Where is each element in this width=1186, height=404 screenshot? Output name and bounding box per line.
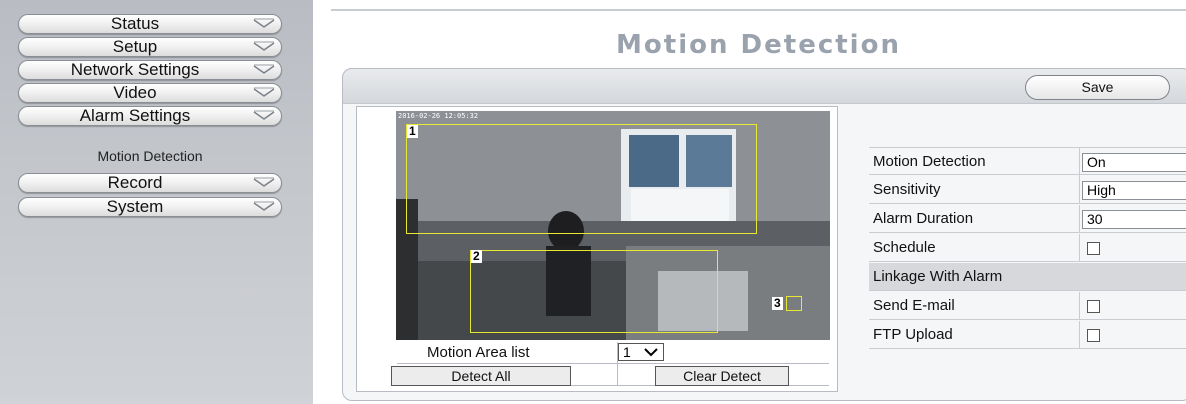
alarm-duration-label: Alarm Duration <box>873 210 974 227</box>
row-divider <box>1079 321 1080 349</box>
video-timestamp: 2016-02-26 12:05:32 <box>398 112 479 120</box>
linkage-header-row: Linkage With Alarm <box>869 263 1186 291</box>
nav-video-button[interactable]: Video <box>18 83 282 103</box>
send-email-checkbox[interactable] <box>1087 300 1100 313</box>
chevron-down-icon <box>253 87 275 97</box>
motion-zone-1[interactable] <box>406 124 757 234</box>
nav-setup-button[interactable]: Setup <box>18 37 282 57</box>
row-divider <box>1079 234 1080 262</box>
chevron-down-icon <box>253 18 275 28</box>
nav-status-label: Status <box>110 14 160 33</box>
nav-setup-label: Setup <box>112 37 158 56</box>
area-list-row: Motion Area list <box>397 342 829 364</box>
chevron-down-icon <box>253 41 275 51</box>
chevron-down-icon <box>253 64 275 74</box>
nav-status-button[interactable]: Status <box>18 14 282 34</box>
send-email-label: Send E-mail <box>873 297 955 314</box>
camera-preview[interactable]: 2016-02-26 12:05:32 1 2 3 <box>396 111 830 340</box>
alarm-duration-input[interactable]: 30 <box>1082 210 1186 229</box>
send-email-row: Send E-mail <box>869 292 1186 320</box>
ftp-upload-row: FTP Upload <box>869 321 1186 349</box>
clear-detect-button[interactable]: Clear Detect <box>655 366 789 386</box>
chevron-down-icon <box>253 177 275 187</box>
sensitivity-select[interactable]: High <box>1082 181 1186 200</box>
row-divider <box>1079 176 1080 204</box>
nav-system-label: System <box>106 197 164 216</box>
nav-video-label: Video <box>113 83 157 102</box>
nav-system-button[interactable]: System <box>18 197 282 217</box>
row-divider <box>1079 148 1080 176</box>
area-list-value: 1 <box>623 344 631 360</box>
top-divider <box>331 9 1186 11</box>
nav-network-settings-button[interactable]: Network Settings <box>18 60 282 80</box>
sensitivity-row: Sensitivity High <box>869 176 1186 204</box>
ftp-upload-checkbox[interactable] <box>1087 329 1100 342</box>
alarm-duration-row: Alarm Duration 30 <box>869 205 1186 233</box>
sidebar: Status Setup Network Settings Video Alar… <box>0 0 313 404</box>
sensitivity-label: Sensitivity <box>873 181 941 198</box>
row-divider <box>1079 205 1080 233</box>
nav-record-button[interactable]: Record <box>18 173 282 193</box>
save-button[interactable]: Save <box>1025 75 1170 100</box>
motion-detection-select[interactable]: On <box>1082 153 1186 172</box>
chevron-down-icon <box>644 348 658 357</box>
nav-motion-detection-link[interactable]: Motion Detection <box>18 146 282 166</box>
nav-network-settings-label: Network Settings <box>70 60 200 79</box>
motion-zone-2-label: 2 <box>471 249 482 263</box>
motion-zone-3[interactable] <box>786 296 802 311</box>
chevron-down-icon <box>253 201 275 211</box>
nav-alarm-settings-button[interactable]: Alarm Settings <box>18 106 282 126</box>
motion-zone-3-label: 3 <box>772 296 783 310</box>
ftp-upload-label: FTP Upload <box>873 326 953 343</box>
detect-all-button[interactable]: Detect All <box>391 366 571 386</box>
schedule-row: Schedule <box>869 234 1186 262</box>
schedule-label: Schedule <box>873 239 936 256</box>
chevron-down-icon <box>253 110 275 120</box>
area-list-select[interactable]: 1 <box>618 343 664 361</box>
motion-zone-1-label: 1 <box>407 124 418 138</box>
motion-zone-2[interactable] <box>470 250 718 333</box>
nav-alarm-settings-label: Alarm Settings <box>79 106 191 125</box>
area-list-label: Motion Area list <box>427 344 530 361</box>
linkage-header: Linkage With Alarm <box>873 268 1003 285</box>
motion-detection-row: Motion Detection On <box>869 147 1186 176</box>
motion-detection-label: Motion Detection <box>873 153 986 170</box>
schedule-checkbox[interactable] <box>1087 242 1100 255</box>
nav-record-label: Record <box>107 173 163 192</box>
page-title: Motion Detection <box>616 30 901 60</box>
row-divider <box>1079 292 1080 320</box>
